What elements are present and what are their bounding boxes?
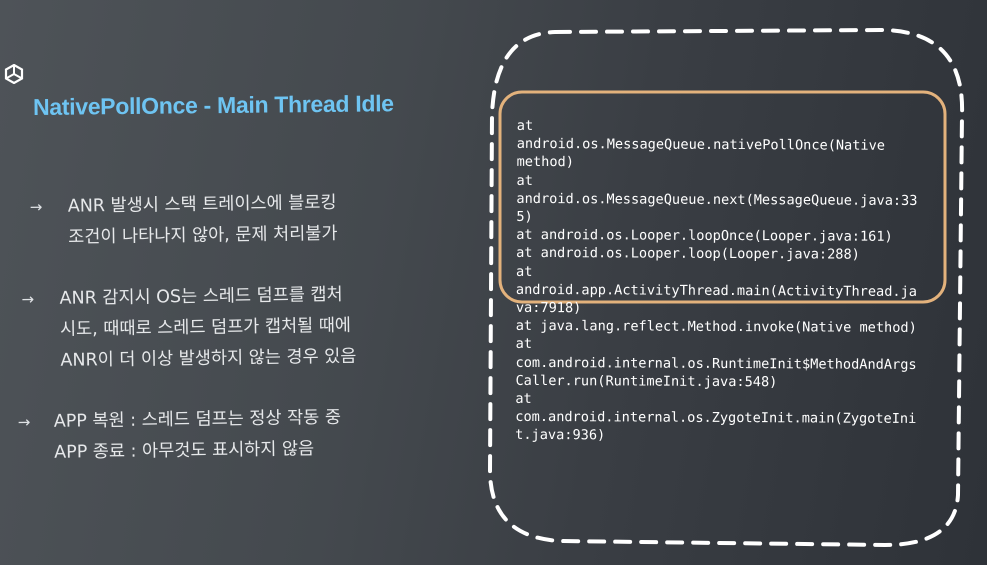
unity-logo-icon (4, 64, 24, 84)
stack-trace-line: com.android.internal.os.ZygoteInit.main(… (515, 409, 917, 428)
stack-trace-line: at android.os.Looper.loopOnce(Looper.jav… (516, 227, 893, 246)
bullet-line: 시도, 때때로 스레드 덤프가 캡처될 때에 (59, 315, 352, 340)
stack-trace-line: at (515, 390, 532, 408)
bullet-anr-stack-trace: → ANR 발생시 스택 트레이스에 블로킹 조건이 나타나지 않아, 문제 처… (30, 188, 338, 254)
stack-trace-line: android.app.ActivityThread.main(Activity… (515, 281, 918, 300)
bullet-line: ANR 감지시 OS는 스레드 덤프를 캡처 (59, 284, 343, 309)
stack-trace-line: android.os.MessageQueue.nativePollOnce(N… (516, 136, 886, 155)
stack-trace-line: at (516, 172, 533, 189)
stack-trace-line: at android.os.Looper.loop(Looper.java:28… (516, 245, 860, 264)
stack-trace-line: com.android.internal.os.RuntimeInit$Meth… (515, 354, 917, 373)
bullet-line: APP 복원 : 스레드 덤프는 정상 작동 중 (53, 407, 342, 432)
stack-trace-line: at (516, 263, 533, 280)
stack-trace-line: 5) (516, 208, 533, 225)
bullet-line: ANR이 더 이상 발생하지 않는 경우 있음 (60, 346, 357, 371)
slide-title: NativePollOnce - Main Thread Idle (32, 90, 394, 120)
stack-trace-line: android.os.MessageQueue.next(MessageQueu… (516, 190, 918, 209)
right-arrow-icon: → (29, 197, 43, 217)
stack-trace-line: at (516, 117, 534, 134)
stack-trace-line: at java.lang.reflect.Method.invoke(Nativ… (515, 318, 917, 337)
bullet-app-state: → APP 복원 : 스레드 덤프는 정상 작동 중 APP 종료 : 아무것도… (18, 403, 342, 470)
right-arrow-icon: → (17, 413, 31, 432)
stack-trace-line: va:7918) (515, 299, 582, 317)
bullet-line: 조건이 나타나지 않아, 문제 처리불가 (68, 223, 338, 248)
stack-trace-line: method) (516, 154, 574, 171)
bullet-line: APP 종료 : 아무것도 표시하지 않음 (54, 439, 315, 463)
stack-trace: at android.os.MessageQueue.nativePollOnc… (515, 117, 947, 447)
bullet-line: ANR 발생시 스택 트레이스에 블로킹 (67, 192, 337, 217)
stack-trace-line: t.java:936) (515, 427, 606, 444)
right-arrow-icon: → (21, 290, 35, 309)
stack-trace-line: at (515, 336, 533, 353)
presentation-slide: NativePollOnce - Main Thread Idle → ANR … (0, 0, 987, 565)
bullet-thread-dump: → ANR 감지시 OS는 스레드 덤프를 캡처 시도, 때때로 스레드 덤프가… (21, 280, 356, 378)
stack-trace-line: Caller.run(RuntimeInit.java:548) (515, 372, 778, 391)
